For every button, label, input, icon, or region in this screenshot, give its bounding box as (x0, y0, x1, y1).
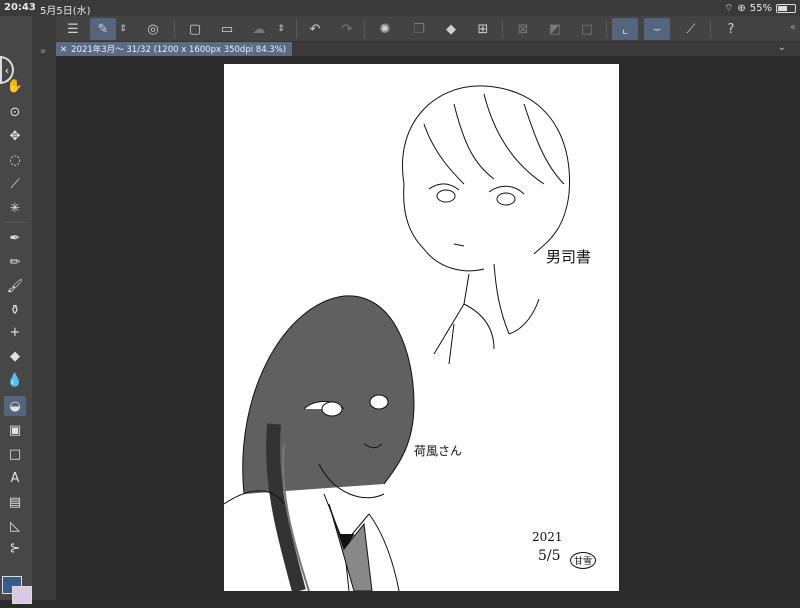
signature-name: 甘雪 (570, 552, 597, 569)
close-icon[interactable]: ✕ (60, 45, 67, 55)
transform-icon[interactable]: ⊞ (470, 18, 496, 40)
rectangle-icon[interactable]: □ (4, 444, 26, 464)
magic-wand-icon[interactable]: ✳ (4, 198, 26, 218)
expand-icon[interactable]: ⇕ (116, 18, 130, 40)
help-icon[interactable]: ? (718, 18, 744, 40)
ruler-icon[interactable]: ◺ (4, 516, 26, 536)
pen-icon[interactable]: ✒ (4, 228, 26, 248)
label-bottom: 荷風さん (414, 444, 463, 458)
fill-bucket-icon[interactable]: ◒ (4, 396, 26, 416)
eraser-icon[interactable]: ◆ (4, 346, 26, 366)
snap-brush-icon[interactable]: ⌣ (644, 18, 670, 40)
sub-color-swatch[interactable] (12, 586, 32, 604)
redo-icon[interactable]: ↷ (334, 18, 360, 40)
battery-fill (778, 6, 787, 11)
main-toolbar: « ☰ ✎ ⇕ ◎ ▢ ▭ ☁ ⇕ ↶ ↷ ✺ ❐ ◆ ⊞ ⊠ ◩ □ ⌞ ⌣ … (0, 16, 800, 42)
artwork-sketch (223, 85, 571, 593)
tool-palette: ‹ ✋ ⊙ ✥ ◌ ⟋ ✳ ✒ ✏ 🖌 ⚱ + ◆ 💧 ◒ ▣ □ A ▤ ◺ … (0, 16, 32, 604)
symmetry-icon[interactable]: ⟋ (678, 18, 704, 40)
status-right: ⌔ ⊕ 55% (724, 2, 796, 15)
open-folder-icon[interactable]: ▭ (214, 18, 240, 40)
frame-icon[interactable]: ▤ (4, 492, 26, 512)
menu-icon[interactable]: ☰ (60, 18, 86, 40)
decoration-icon[interactable]: + (4, 322, 26, 342)
status-time: 20:43 (4, 2, 36, 13)
document-tab-title: 2021年3月～ 31/32 (1200 x 1600px 350dpi 84.… (71, 45, 287, 55)
fill-icon[interactable]: ◆ (438, 18, 464, 40)
move-icon[interactable]: ✥ (4, 126, 26, 146)
battery-text: 55% (749, 3, 772, 14)
clear-icon[interactable]: ⊠ (510, 18, 536, 40)
lasso-icon[interactable]: ◌ (4, 150, 26, 170)
quick-access-icon[interactable]: ✎ (90, 18, 116, 40)
text-icon[interactable]: A (4, 468, 26, 488)
status-bar: 20:43 5月5日(水) ⌔ ⊕ 55% (0, 0, 800, 17)
battery-icon (776, 4, 796, 13)
correct-line-icon[interactable]: ⊱ (4, 538, 26, 558)
sub-tool-strip: » (32, 16, 56, 600)
brush-icon[interactable]: 🖌 (4, 276, 26, 296)
snap-ruler-icon[interactable]: ⌞ (612, 18, 638, 40)
eyedropper-icon[interactable]: ⟋ (4, 174, 26, 194)
collapse-subtool-icon[interactable]: » (40, 46, 46, 57)
blend-icon[interactable]: 💧 (4, 370, 26, 390)
select-all-icon[interactable]: ✺ (372, 18, 398, 40)
gradient-icon[interactable]: ▣ (4, 420, 26, 440)
hide-selection-icon[interactable]: □ (574, 18, 600, 40)
signature-year: 2021 (532, 530, 563, 544)
undo-icon[interactable]: ↶ (302, 18, 328, 40)
new-file-icon[interactable]: ▢ (182, 18, 208, 40)
pencil-icon[interactable]: ✏ (4, 252, 26, 272)
collapse-right-icon[interactable]: « (790, 22, 796, 33)
chevron-down-icon[interactable]: ⌄ (778, 42, 786, 53)
zoom-rotate-icon[interactable]: ⊙ (4, 102, 26, 122)
status-date: 5月5日(水) (40, 6, 91, 17)
layer-icon[interactable]: ❐ (406, 18, 432, 40)
orientation-lock-icon: ⊕ (737, 3, 746, 14)
invert-icon[interactable]: ◩ (542, 18, 568, 40)
label-top: 男司書 (546, 248, 592, 266)
expand-icon[interactable]: ⇕ (274, 18, 288, 40)
reference-layer-icon[interactable]: ◎ (140, 18, 166, 40)
signature-date: 5/5 (538, 548, 561, 564)
hand-icon[interactable]: ✋ (4, 76, 26, 96)
color-swatches[interactable] (2, 576, 32, 608)
document-tab[interactable]: ✕ 2021年3月～ 31/32 (1200 x 1600px 350dpi 84… (56, 42, 293, 56)
save-cloud-icon[interactable]: ☁ (246, 18, 272, 40)
canvas-paper[interactable]: 男司書 荷風さん 2021 5/5 甘雪 (223, 64, 619, 593)
document-tab-bar: ✕ 2021年3月～ 31/32 (1200 x 1600px 350dpi 84… (56, 42, 800, 56)
airbrush-icon[interactable]: ⚱ (4, 300, 26, 320)
wifi-icon: ⌔ (723, 3, 734, 14)
